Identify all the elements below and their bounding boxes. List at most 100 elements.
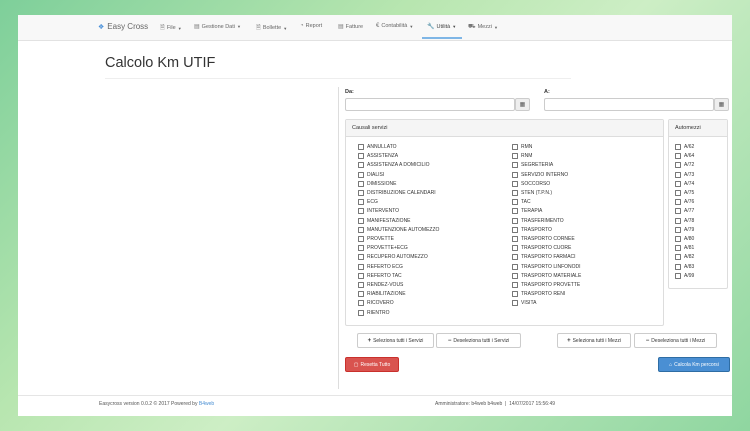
servizio-item[interactable]: SOCCORSO	[512, 180, 550, 187]
servizio-item[interactable]: RECUPERO AUTOMEZZO	[358, 254, 428, 261]
checkbox[interactable]	[512, 291, 518, 298]
servizio-item[interactable]: TRASPORTO CORNEE	[512, 236, 575, 242]
from-calendar-button[interactable]: ▦	[515, 98, 530, 111]
nav-file[interactable]: 🗎 File ▼	[160, 23, 182, 33]
servizio-item[interactable]: TRASPORTO CUORE	[512, 245, 571, 252]
nav-gestione-dati[interactable]: ▤ Gestione Dati ▼	[194, 23, 241, 31]
servizio-item[interactable]: REFERTO ECG	[358, 263, 403, 270]
from-date-input[interactable]	[345, 98, 515, 111]
servizio-item[interactable]: TAC	[512, 199, 531, 206]
checkbox[interactable]	[675, 236, 681, 242]
automezzo-item[interactable]: A/76	[675, 199, 694, 206]
reset-button[interactable]: ▢ Resetta Tutto	[345, 357, 399, 372]
checkbox[interactable]	[512, 217, 518, 224]
servizio-item[interactable]: RNM	[512, 153, 532, 160]
brand[interactable]: ❖ Easy Cross	[98, 22, 148, 31]
checkbox[interactable]	[358, 190, 364, 196]
checkbox[interactable]	[512, 254, 518, 261]
automezzo-item[interactable]: A/78	[675, 217, 694, 224]
checkbox[interactable]	[358, 309, 364, 316]
servizio-item[interactable]: REFERTO TAC	[358, 272, 402, 279]
checkbox[interactable]	[358, 180, 364, 187]
checkbox[interactable]	[675, 272, 681, 279]
checkbox[interactable]	[358, 263, 364, 270]
select-all-servizi-button[interactable]: + Seleziona tutti i Servizi	[357, 333, 434, 348]
checkbox[interactable]	[512, 180, 518, 187]
servizio-item[interactable]: ECG	[358, 199, 378, 206]
checkbox[interactable]	[512, 282, 518, 288]
servizio-item[interactable]: TRASPORTO LINFONODI	[512, 263, 581, 270]
checkbox[interactable]	[358, 144, 364, 150]
nav-utilita[interactable]: 🔧 Utilità ▼	[427, 23, 456, 31]
select-all-mezzi-button[interactable]: + Seleziona tutti i Mezzi	[557, 333, 631, 348]
servizio-item[interactable]: DISTRIBUZIONE CALENDARI	[358, 190, 436, 196]
checkbox[interactable]	[358, 162, 364, 169]
nav-report[interactable]: ◔ Report	[300, 23, 322, 29]
checkbox[interactable]	[675, 144, 681, 150]
to-date-input[interactable]	[544, 98, 714, 111]
servizio-item[interactable]: ANNULLATO	[358, 144, 397, 150]
servizio-item[interactable]: TERAPIA	[512, 208, 542, 215]
automezzo-item[interactable]: A/72	[675, 162, 694, 169]
servizio-item[interactable]: TRASPORTO RENI	[512, 291, 565, 298]
servizio-item[interactable]: RENDEZ-VOUS	[358, 282, 403, 288]
checkbox[interactable]	[512, 272, 518, 279]
automezzo-item[interactable]: A/77	[675, 208, 694, 215]
checkbox[interactable]	[675, 263, 681, 270]
calcola-km-button[interactable]: ⌂ Calcola Km percorsi	[658, 357, 730, 372]
checkbox[interactable]	[512, 263, 518, 270]
automezzo-item[interactable]: A/82	[675, 254, 694, 261]
servizio-item[interactable]: ASSISTENZA	[358, 153, 398, 160]
checkbox[interactable]	[358, 236, 364, 242]
checkbox[interactable]	[512, 236, 518, 242]
automezzo-item[interactable]: A/62	[675, 144, 694, 150]
checkbox[interactable]	[512, 226, 518, 233]
checkbox[interactable]	[358, 254, 364, 261]
servizio-item[interactable]: RIENTRO	[358, 309, 390, 316]
servizio-item[interactable]: PROVETTE	[358, 236, 394, 242]
servizio-item[interactable]: VISITA	[512, 300, 536, 307]
checkbox[interactable]	[358, 171, 364, 178]
checkbox[interactable]	[358, 199, 364, 206]
servizio-item[interactable]: RIABILITAZIONE	[358, 291, 406, 298]
checkbox[interactable]	[512, 300, 518, 307]
checkbox[interactable]	[358, 300, 364, 307]
checkbox[interactable]	[358, 226, 364, 233]
servizio-item[interactable]: INTERVENTO	[358, 208, 399, 215]
checkbox[interactable]	[512, 144, 518, 150]
automezzo-item[interactable]: A/99	[675, 272, 694, 279]
servizio-item[interactable]: RICOVERO	[358, 300, 394, 307]
checkbox[interactable]	[358, 208, 364, 215]
checkbox[interactable]	[512, 190, 518, 196]
checkbox[interactable]	[358, 153, 364, 160]
checkbox[interactable]	[675, 162, 681, 169]
checkbox[interactable]	[512, 208, 518, 215]
servizio-item[interactable]: STEN (T.P.N.)	[512, 190, 552, 196]
checkbox[interactable]	[675, 226, 681, 233]
checkbox[interactable]	[358, 245, 364, 252]
checkbox[interactable]	[358, 272, 364, 279]
checkbox[interactable]	[675, 190, 681, 196]
checkbox[interactable]	[675, 208, 681, 215]
checkbox[interactable]	[675, 217, 681, 224]
servizio-item[interactable]: ASSISTENZA A DOMICILIO	[358, 162, 430, 169]
automezzo-item[interactable]: A/80	[675, 236, 694, 242]
servizio-item[interactable]: TRASPORTO FARMACI	[512, 254, 576, 261]
servizio-item[interactable]: RMN	[512, 144, 532, 150]
checkbox[interactable]	[675, 245, 681, 252]
nav-mezzi[interactable]: ⛟ Mezzi ▼	[468, 23, 498, 31]
servizio-item[interactable]: SERVIZIO INTERNO	[512, 171, 568, 178]
checkbox[interactable]	[512, 245, 518, 252]
automezzo-item[interactable]: A/64	[675, 153, 694, 160]
b4web-link[interactable]: B4web	[199, 401, 214, 407]
servizio-item[interactable]: TRASFERIMENTO	[512, 217, 564, 224]
servizio-item[interactable]: PROVETTE+ECG	[358, 245, 408, 252]
checkbox[interactable]	[358, 217, 364, 224]
checkbox[interactable]	[675, 199, 681, 206]
checkbox[interactable]	[675, 180, 681, 187]
checkbox[interactable]	[675, 254, 681, 261]
servizio-item[interactable]: DIALISI	[358, 171, 384, 178]
servizio-item[interactable]: TRASPORTO PROVETTE	[512, 282, 580, 288]
checkbox[interactable]	[675, 153, 681, 160]
checkbox[interactable]	[512, 153, 518, 160]
